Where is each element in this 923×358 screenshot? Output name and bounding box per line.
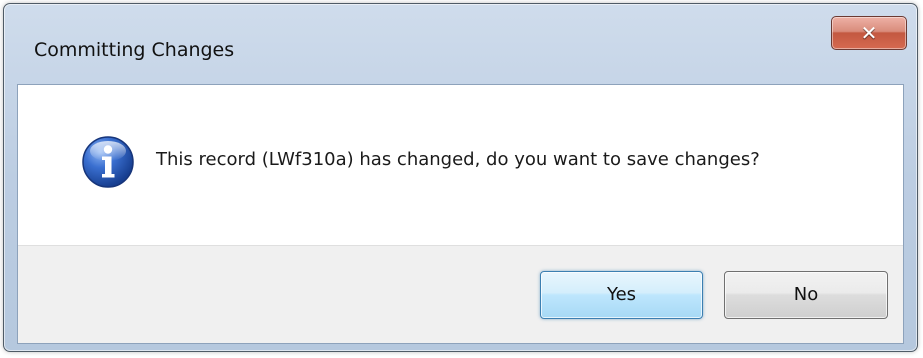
message-area: This record (LWf310a) has changed, do yo… <box>18 85 903 245</box>
close-button[interactable]: ✕ <box>831 16 907 50</box>
no-button[interactable]: No <box>724 271 888 319</box>
info-icon <box>82 136 134 188</box>
dialog-window: Committing Changes ✕ This record (LWf310… <box>3 3 918 352</box>
button-bar: Yes No <box>18 245 903 343</box>
close-icon: ✕ <box>860 21 878 45</box>
dialog-title: Committing Changes <box>34 39 235 61</box>
title-bar[interactable]: Committing Changes ✕ <box>4 4 917 84</box>
message-text: This record (LWf310a) has changed, do yo… <box>156 149 760 170</box>
dialog-content: This record (LWf310a) has changed, do yo… <box>17 84 904 344</box>
yes-button[interactable]: Yes <box>540 271 703 319</box>
